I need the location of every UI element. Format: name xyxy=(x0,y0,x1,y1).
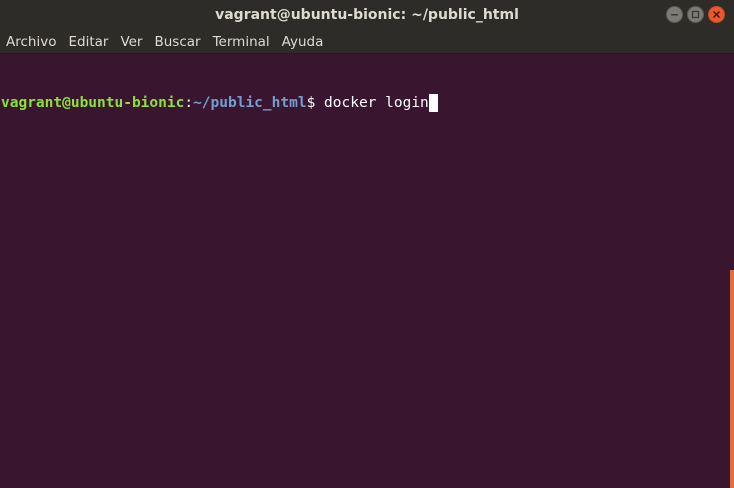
title-bar[interactable]: vagrant@ubuntu-bionic: ~/public_html xyxy=(0,0,734,30)
menu-ver[interactable]: Ver xyxy=(120,34,142,50)
prompt-colon: : xyxy=(184,95,194,111)
window-controls xyxy=(666,6,725,23)
minimize-icon xyxy=(671,14,678,16)
terminal-window: vagrant@ubuntu-bionic: ~/public_html Arc… xyxy=(0,0,734,488)
close-button[interactable] xyxy=(708,6,725,23)
scrollbar[interactable] xyxy=(730,55,734,488)
close-icon xyxy=(712,10,721,19)
prompt-symbol: $ xyxy=(306,95,325,111)
command-text: docker login xyxy=(324,95,429,111)
scrollbar-thumb[interactable] xyxy=(730,270,734,488)
menu-buscar[interactable]: Buscar xyxy=(154,34,200,50)
menu-bar: Archivo Editar Ver Buscar Terminal Ayuda xyxy=(0,30,734,54)
menu-terminal[interactable]: Terminal xyxy=(213,34,270,50)
maximize-icon xyxy=(691,10,700,19)
menu-editar[interactable]: Editar xyxy=(68,34,108,50)
terminal-area[interactable]: vagrant@ubuntu-bionic:~/public_html$ doc… xyxy=(0,55,730,488)
minimize-button[interactable] xyxy=(666,6,683,23)
maximize-button[interactable] xyxy=(687,6,704,23)
menu-archivo[interactable]: Archivo xyxy=(6,34,56,50)
prompt-path: ~/public_html xyxy=(193,95,307,111)
prompt-user: vagrant@ubuntu-bionic xyxy=(1,95,185,111)
prompt-line: vagrant@ubuntu-bionic:~/public_html$ doc… xyxy=(1,94,730,113)
text-cursor xyxy=(428,94,438,112)
window-title: vagrant@ubuntu-bionic: ~/public_html xyxy=(215,7,519,23)
menu-ayuda[interactable]: Ayuda xyxy=(282,34,324,50)
